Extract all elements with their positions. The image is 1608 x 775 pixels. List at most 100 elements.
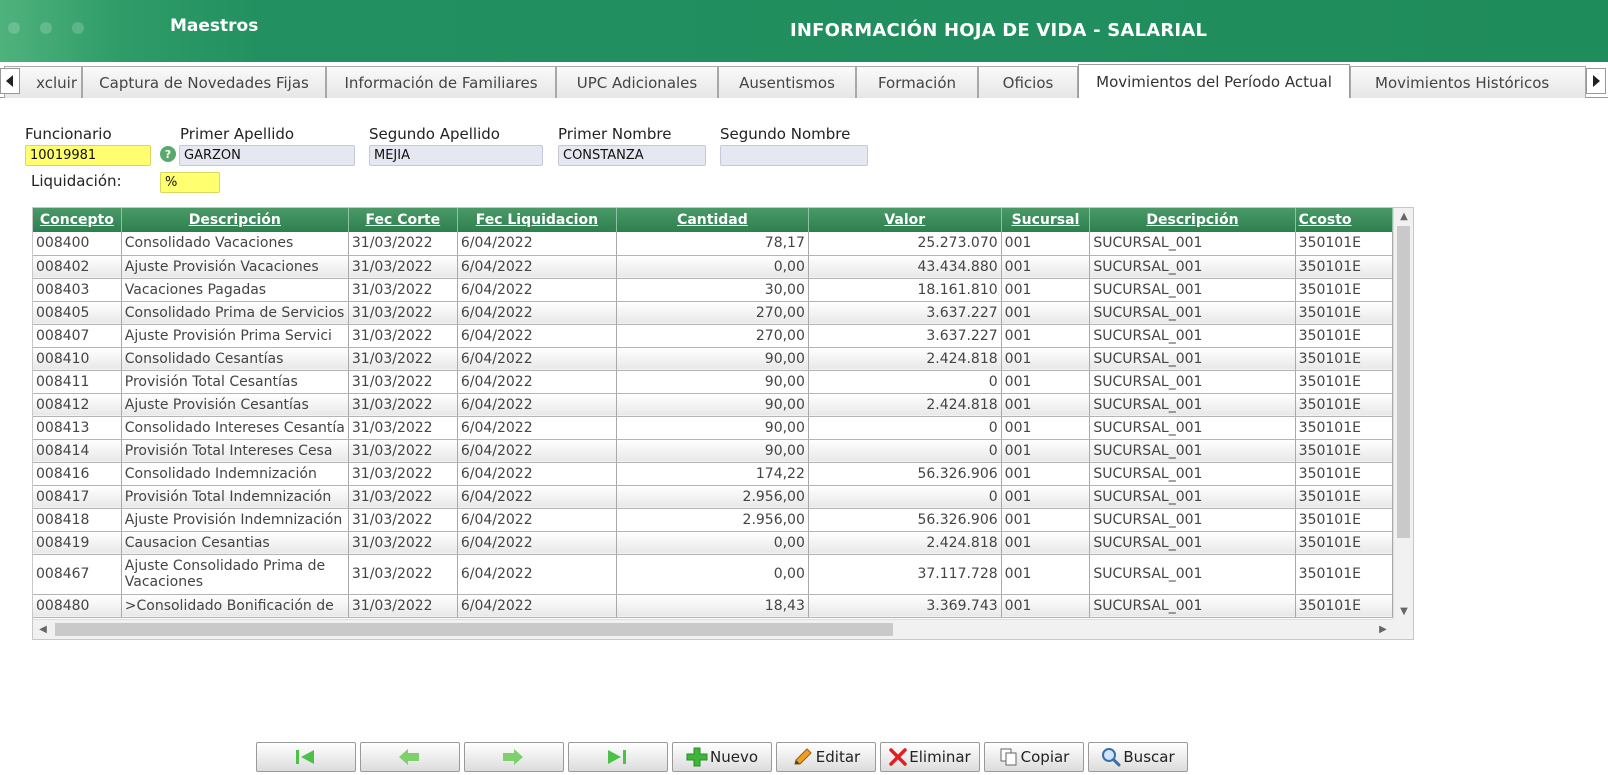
table-cell: 350101E [1295,439,1393,463]
segundo-apellido-input[interactable]: MEJIA [369,145,543,166]
table-cell: 31/03/2022 [348,393,458,417]
magnifier-icon [1102,748,1121,767]
col-header-descripcion-sucursal[interactable]: Descripción [1089,208,1296,232]
tab-oficios[interactable]: Oficios [978,66,1078,98]
liquidacion-label: Liquidación: [31,172,122,190]
table-cell: Ajuste Provisión Vacaciones [121,255,349,279]
segundo-nombre-label: Segundo Nombre [720,125,851,143]
table-row[interactable]: 008418 Ajuste Provisión Indemnización 31/0… [33,508,1393,532]
buscar-button[interactable]: Buscar [1088,742,1188,772]
table-row[interactable]: 008407 Ajuste Provisión Prima Servici 31/0… [33,324,1393,348]
next-record-button[interactable] [464,742,564,772]
previous-record-icon [399,749,419,765]
tab-scroll-right-button[interactable] [1586,68,1606,94]
table-cell: 350101E [1295,554,1393,595]
table-cell: 31/03/2022 [348,255,458,279]
col-header-ccosto[interactable]: Ccosto [1295,208,1393,232]
col-header-descripcion[interactable]: Descripción [121,208,349,232]
app-header: Maestros INFORMACIÓN HOJA DE VIDA - SALA… [0,0,1608,62]
table-row[interactable]: 008410 Consolidado Cesantías 31/03/2022 6/0… [33,347,1393,371]
col-header-fec-corte[interactable]: Fec Corte [348,208,458,232]
table-cell: SUCURSAL_001 [1089,393,1296,417]
table-row[interactable]: 008403 Vacaciones Pagadas 31/03/2022 6/04/2… [33,278,1393,302]
table-cell: 6/04/2022 [457,508,617,532]
table-cell: SUCURSAL_001 [1089,594,1296,618]
table-cell: SUCURSAL_001 [1089,278,1296,302]
table-cell: 2.424.818 [808,531,1002,555]
table-cell: 2.424.818 [808,393,1002,417]
table-row[interactable]: 008412 Ajuste Provisión Cesantías 31/03/20… [33,393,1393,417]
table-cell: 56.326.906 [808,462,1002,486]
table-row[interactable]: 008419 Causacion Cesantias 31/03/2022 6/04/… [33,531,1393,555]
scroll-down-icon[interactable]: ▼ [1394,603,1413,620]
table-cell: 008417 [33,485,122,509]
tab-upc-adicionales[interactable]: UPC Adicionales [556,66,718,98]
table-row[interactable]: 008400 Consolidado Vacaciones 31/03/2022 6/… [33,232,1393,256]
table-cell: 350101E [1295,301,1393,325]
eliminar-button[interactable]: Eliminar [880,742,980,772]
scroll-up-icon[interactable]: ▲ [1394,208,1413,225]
nuevo-button[interactable]: Nuevo [672,742,772,772]
scroll-left-icon[interactable]: ◀ [33,621,53,638]
table-row[interactable]: 008480 >Consolidado Bonificación de 31/03/… [33,594,1393,618]
tab-movimientos-historicos[interactable]: Movimientos Históricos [1350,66,1586,98]
table-cell: 6/04/2022 [457,393,617,417]
table-cell: 18.161.810 [808,278,1002,302]
previous-record-button[interactable] [360,742,460,772]
table-row[interactable]: 008416 Consolidado Indemnización 31/03/202… [33,462,1393,486]
grid-viewport: Concepto Descripción Fec Corte Fec Liqui… [33,208,1393,620]
tab-captura-novedades[interactable]: Captura de Novedades Fijas [82,66,326,98]
funcionario-input[interactable]: 10019981 [25,145,151,166]
horizontal-scroll-thumb[interactable] [55,623,893,636]
segundo-nombre-input[interactable] [720,145,868,166]
table-cell: 001 [1001,324,1091,348]
horizontal-scrollbar[interactable]: ◀ ▶ [33,619,1393,639]
table-cell: 350101E [1295,278,1393,302]
table-cell: 001 [1001,347,1091,371]
table-row[interactable]: 008405 Consolidado Prima de Servicios 31/0… [33,301,1393,325]
table-cell: Provisión Total Indemnización [121,485,349,509]
col-header-concepto[interactable]: Concepto [33,208,122,232]
copiar-button[interactable]: Copiar [984,742,1084,772]
editar-button[interactable]: Editar [776,742,876,772]
tab-formacion[interactable]: Formación [856,66,978,98]
table-cell: 3.637.227 [808,324,1002,348]
table-row[interactable]: 008467 Ajuste Consolidado Prima de Vacaci… [33,554,1393,595]
liquidacion-input[interactable]: % [160,172,220,193]
primer-nombre-input[interactable]: CONSTANZA [558,145,706,166]
first-record-button[interactable] [256,742,356,772]
table-cell: 6/04/2022 [457,370,617,394]
last-record-button[interactable] [568,742,668,772]
table-row[interactable]: 008402 Ajuste Provisión Vacaciones 31/03/2… [33,255,1393,279]
table-cell: 25.273.070 [808,232,1002,256]
table-row[interactable]: 008411 Provisión Total Cesantías 31/03/202… [33,370,1393,394]
vertical-scrollbar[interactable]: ▲ ▼ [1393,208,1413,620]
col-header-sucursal[interactable]: Sucursal [1001,208,1091,232]
funcionario-label: Funcionario [25,125,112,143]
table-row[interactable]: 008414 Provisión Total Intereses Cesa 31/0… [33,439,1393,463]
table-cell: 6/04/2022 [457,324,617,348]
table-cell: 350101E [1295,594,1393,618]
scroll-right-icon[interactable]: ▶ [1373,621,1393,638]
vertical-scroll-thumb[interactable] [1397,226,1410,538]
table-cell: 008419 [33,531,122,555]
table-cell: 008413 [33,416,122,440]
table-cell: SUCURSAL_001 [1089,416,1296,440]
table-cell: 008400 [33,232,122,256]
help-icon[interactable]: ? [160,146,176,162]
col-header-valor[interactable]: Valor [808,208,1002,232]
tab-informacion-familiares[interactable]: Información de Familiares [326,66,556,98]
table-cell: SUCURSAL_001 [1089,485,1296,509]
tab-bar: xcluir Captura de Novedades Fijas Inform… [0,62,1608,98]
table-row[interactable]: 008413 Consolidado Intereses Cesantía 31/0… [33,416,1393,440]
col-header-cantidad[interactable]: Cantidad [616,208,809,232]
table-row[interactable]: 008417 Provisión Total Indemnización 31/03… [33,485,1393,509]
primer-apellido-input[interactable]: GARZON [179,145,355,166]
table-cell: Causacion Cesantias [121,531,349,555]
tab-ausentismos[interactable]: Ausentismos [718,66,856,98]
col-header-fec-liquidacion[interactable]: Fec Liquidacion [457,208,617,232]
pencil-icon [794,748,812,765]
section-title[interactable]: Maestros [170,16,258,36]
tab-scroll-left-button[interactable] [0,68,20,94]
tab-movimientos-periodo-actual[interactable]: Movimientos del Período Actual [1078,64,1350,98]
